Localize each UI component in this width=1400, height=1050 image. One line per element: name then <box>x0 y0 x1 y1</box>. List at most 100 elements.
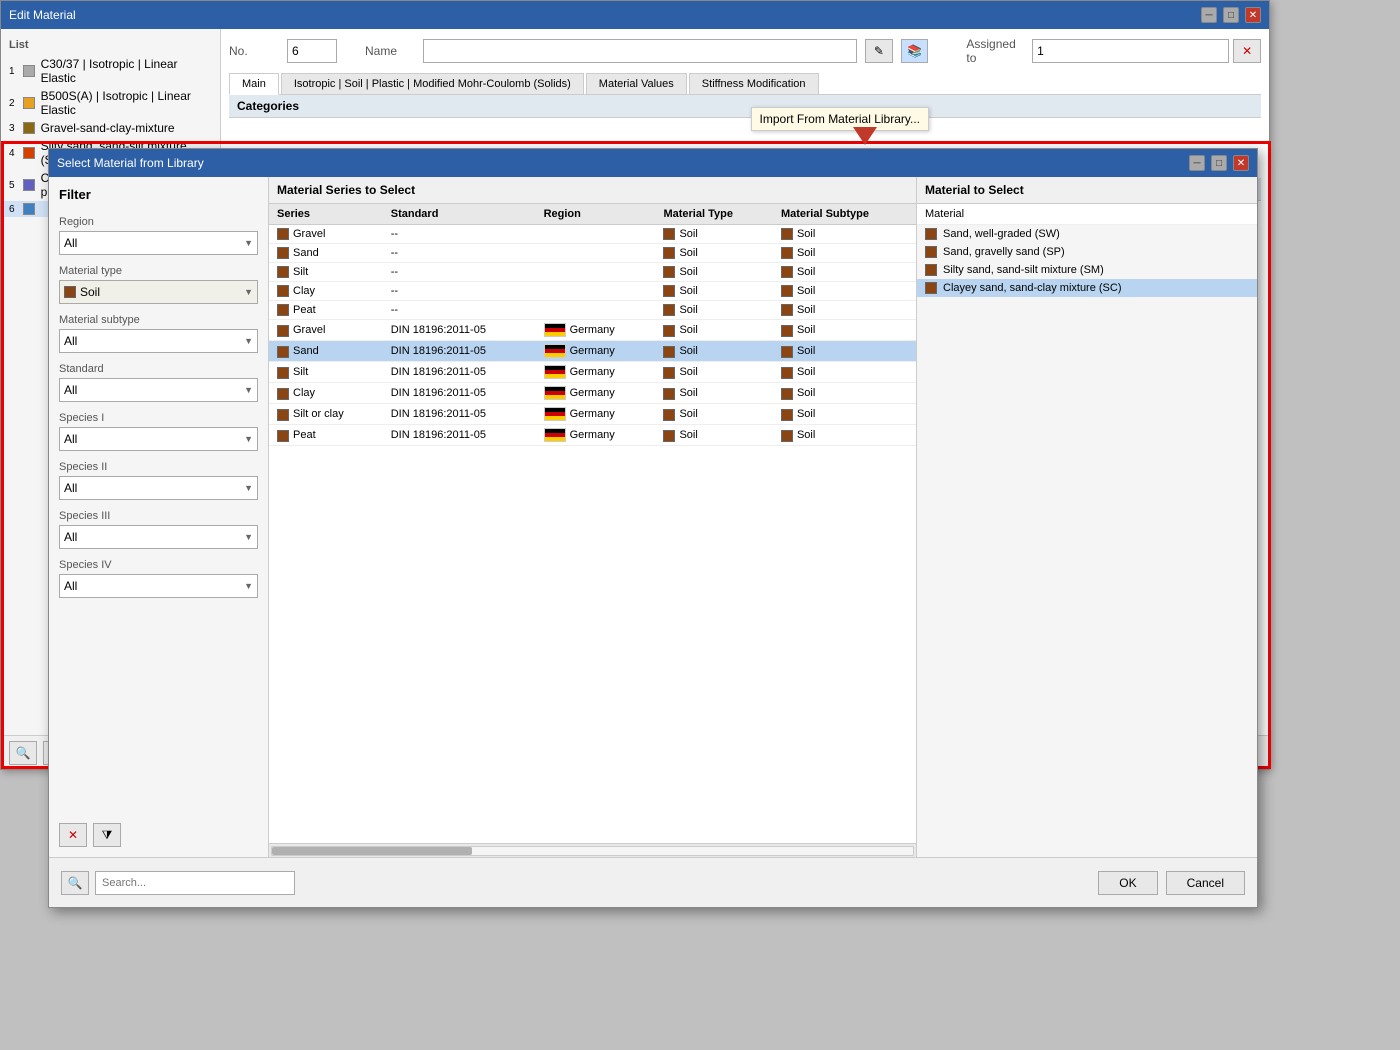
material-list-item[interactable]: Sand, well-graded (SW) <box>917 225 1257 243</box>
series-table: Series Standard Region Material Type Mat… <box>269 204 916 446</box>
series-cell-standard: -- <box>383 301 536 320</box>
tab-main[interactable]: Main <box>229 73 279 95</box>
series-cell-region <box>536 244 656 263</box>
series-table-row[interactable]: Silt or clayDIN 18196:2011-05GermanySoil… <box>269 404 916 425</box>
close-button[interactable]: ✕ <box>1245 7 1261 23</box>
tab-isotropic[interactable]: Isotropic | Soil | Plastic | Modified Mo… <box>281 73 584 94</box>
series-cell-type: Soil <box>655 282 773 301</box>
filter-species-iv-value: All <box>64 579 77 593</box>
series-cell-subtype: Soil <box>773 244 916 263</box>
tab-material-values[interactable]: Material Values <box>586 73 687 94</box>
filter-standard-select[interactable]: All ▼ <box>59 378 258 402</box>
search-icon-button[interactable]: 🔍 <box>61 871 89 895</box>
filter-species-ii-dropdown-icon: ▼ <box>244 483 253 493</box>
modal-body: Filter Region All ▼ Material type Soil ▼ <box>49 177 1257 857</box>
series-cell-standard: -- <box>383 263 536 282</box>
series-cell-series: Peat <box>269 301 383 320</box>
material-list-item[interactable]: Clayey sand, sand-clay mixture (SC) <box>917 279 1257 297</box>
color-box-1 <box>23 65 35 77</box>
filter-species-iv-select[interactable]: All ▼ <box>59 574 258 598</box>
filter-options-button[interactable]: ⧩ <box>93 823 121 847</box>
series-cell-type: Soil <box>655 341 773 362</box>
filter-species-i-dropdown-icon: ▼ <box>244 434 253 444</box>
list-item-2[interactable]: 2 B500S(A) | Isotropic | Linear Elastic <box>1 87 220 119</box>
series-cell-subtype: Soil <box>773 225 916 244</box>
material-subheader: Material <box>917 204 1257 225</box>
ok-button[interactable]: OK <box>1098 871 1157 895</box>
cancel-button[interactable]: Cancel <box>1166 871 1245 895</box>
minimize-button[interactable]: ─ <box>1201 7 1217 23</box>
filter-standard-dropdown-icon: ▼ <box>244 385 253 395</box>
series-cell-region: Germany <box>536 383 656 404</box>
filter-region-select[interactable]: All ▼ <box>59 231 258 255</box>
select-material-modal: Select Material from Library ─ □ ✕ Filte… <box>48 148 1258 908</box>
filter-species-iv-dropdown-icon: ▼ <box>244 581 253 591</box>
filter-species-iii-select[interactable]: All ▼ <box>59 525 258 549</box>
filter-species-i-select[interactable]: All ▼ <box>59 427 258 451</box>
col-series: Series <box>269 204 383 225</box>
series-cell-type: Soil <box>655 263 773 282</box>
categories-section: Categories <box>229 95 1261 118</box>
material-panel: Material to Select Material Sand, well-g… <box>917 177 1257 857</box>
list-item-2-label: B500S(A) | Isotropic | Linear Elastic <box>41 89 212 117</box>
series-cell-type: Soil <box>655 301 773 320</box>
filter-species-i-label: Species I <box>59 412 258 424</box>
series-cell-type: Soil <box>655 425 773 446</box>
series-cell-series: Gravel <box>269 225 383 244</box>
form-row-no-name: No. Name ✎ 📚 Import From Material Librar… <box>229 37 1261 65</box>
search-toolbar-button[interactable]: 🔍 <box>9 741 37 765</box>
modal-close-button[interactable]: ✕ <box>1233 155 1249 171</box>
series-table-row[interactable]: Sand--SoilSoil <box>269 244 916 263</box>
filter-clear-button[interactable]: ✕ <box>59 823 87 847</box>
material-list-item[interactable]: Sand, gravelly sand (SP) <box>917 243 1257 261</box>
maximize-button[interactable]: □ <box>1223 7 1239 23</box>
series-table-row[interactable]: Peat-- SoilSoil <box>269 301 916 320</box>
series-cell-region: Germany <box>536 404 656 425</box>
edit-material-button[interactable]: ✎ <box>865 39 893 63</box>
series-scrollbar-thumb[interactable] <box>272 847 472 855</box>
series-table-row[interactable]: PeatDIN 18196:2011-05GermanySoilSoil <box>269 425 916 446</box>
series-table-row[interactable]: ClayDIN 18196:2011-05GermanySoilSoil <box>269 383 916 404</box>
filter-material-type-value: Soil <box>80 285 100 299</box>
series-table-row[interactable]: Clay--SoilSoil <box>269 282 916 301</box>
series-cell-subtype: Soil <box>773 301 916 320</box>
series-cell-series: Clay <box>269 383 383 404</box>
series-cell-region <box>536 263 656 282</box>
series-scrollbar[interactable] <box>269 843 916 857</box>
series-cell-series: Silt or clay <box>269 404 383 425</box>
clear-assigned-button[interactable]: ✕ <box>1233 39 1261 63</box>
search-input[interactable] <box>95 871 295 895</box>
filter-group-material-type: Material type Soil ▼ <box>59 265 258 304</box>
modal-minimize-button[interactable]: ─ <box>1189 155 1205 171</box>
series-cell-series: Gravel <box>269 320 383 341</box>
list-item-3[interactable]: 3 Gravel-sand-clay-mixture <box>1 119 220 137</box>
no-input[interactable] <box>287 39 337 63</box>
filter-footer: ✕ ⧩ <box>59 815 258 847</box>
filter-species-ii-select[interactable]: All ▼ <box>59 476 258 500</box>
material-list-item[interactable]: Silty sand, sand-silt mixture (SM) <box>917 261 1257 279</box>
series-cell-series: Silt <box>269 362 383 383</box>
tab-stiffness[interactable]: Stiffness Modification <box>689 73 819 94</box>
import-library-button[interactable]: 📚 <box>901 39 929 63</box>
modal-maximize-button[interactable]: □ <box>1211 155 1227 171</box>
series-cell-series: Sand <box>269 341 383 362</box>
name-input[interactable] <box>423 39 857 63</box>
assigned-input[interactable] <box>1032 39 1229 63</box>
filter-material-type-select[interactable]: Soil ▼ <box>59 280 258 304</box>
series-table-row[interactable]: GravelDIN 18196:2011-05GermanySoilSoil <box>269 320 916 341</box>
series-cell-standard: DIN 18196:2011-05 <box>383 362 536 383</box>
color-box-5 <box>23 179 35 191</box>
series-table-row[interactable]: SandDIN 18196:2011-05GermanySoilSoil <box>269 341 916 362</box>
series-table-row[interactable]: Gravel--SoilSoil <box>269 225 916 244</box>
series-cell-series: Peat <box>269 425 383 446</box>
ok-cancel-area: OK Cancel <box>1098 871 1245 895</box>
series-table-row[interactable]: SiltDIN 18196:2011-05GermanySoilSoil <box>269 362 916 383</box>
series-cell-type: Soil <box>655 404 773 425</box>
list-item-1[interactable]: 1 C30/37 | Isotropic | Linear Elastic <box>1 55 220 87</box>
series-cell-region: Germany <box>536 425 656 446</box>
filter-standard-value: All <box>64 383 77 397</box>
assigned-label: Assigned to <box>966 37 1028 65</box>
series-table-row[interactable]: Silt--SoilSoil <box>269 263 916 282</box>
series-table-container[interactable]: Series Standard Region Material Type Mat… <box>269 204 916 843</box>
filter-subtype-select[interactable]: All ▼ <box>59 329 258 353</box>
